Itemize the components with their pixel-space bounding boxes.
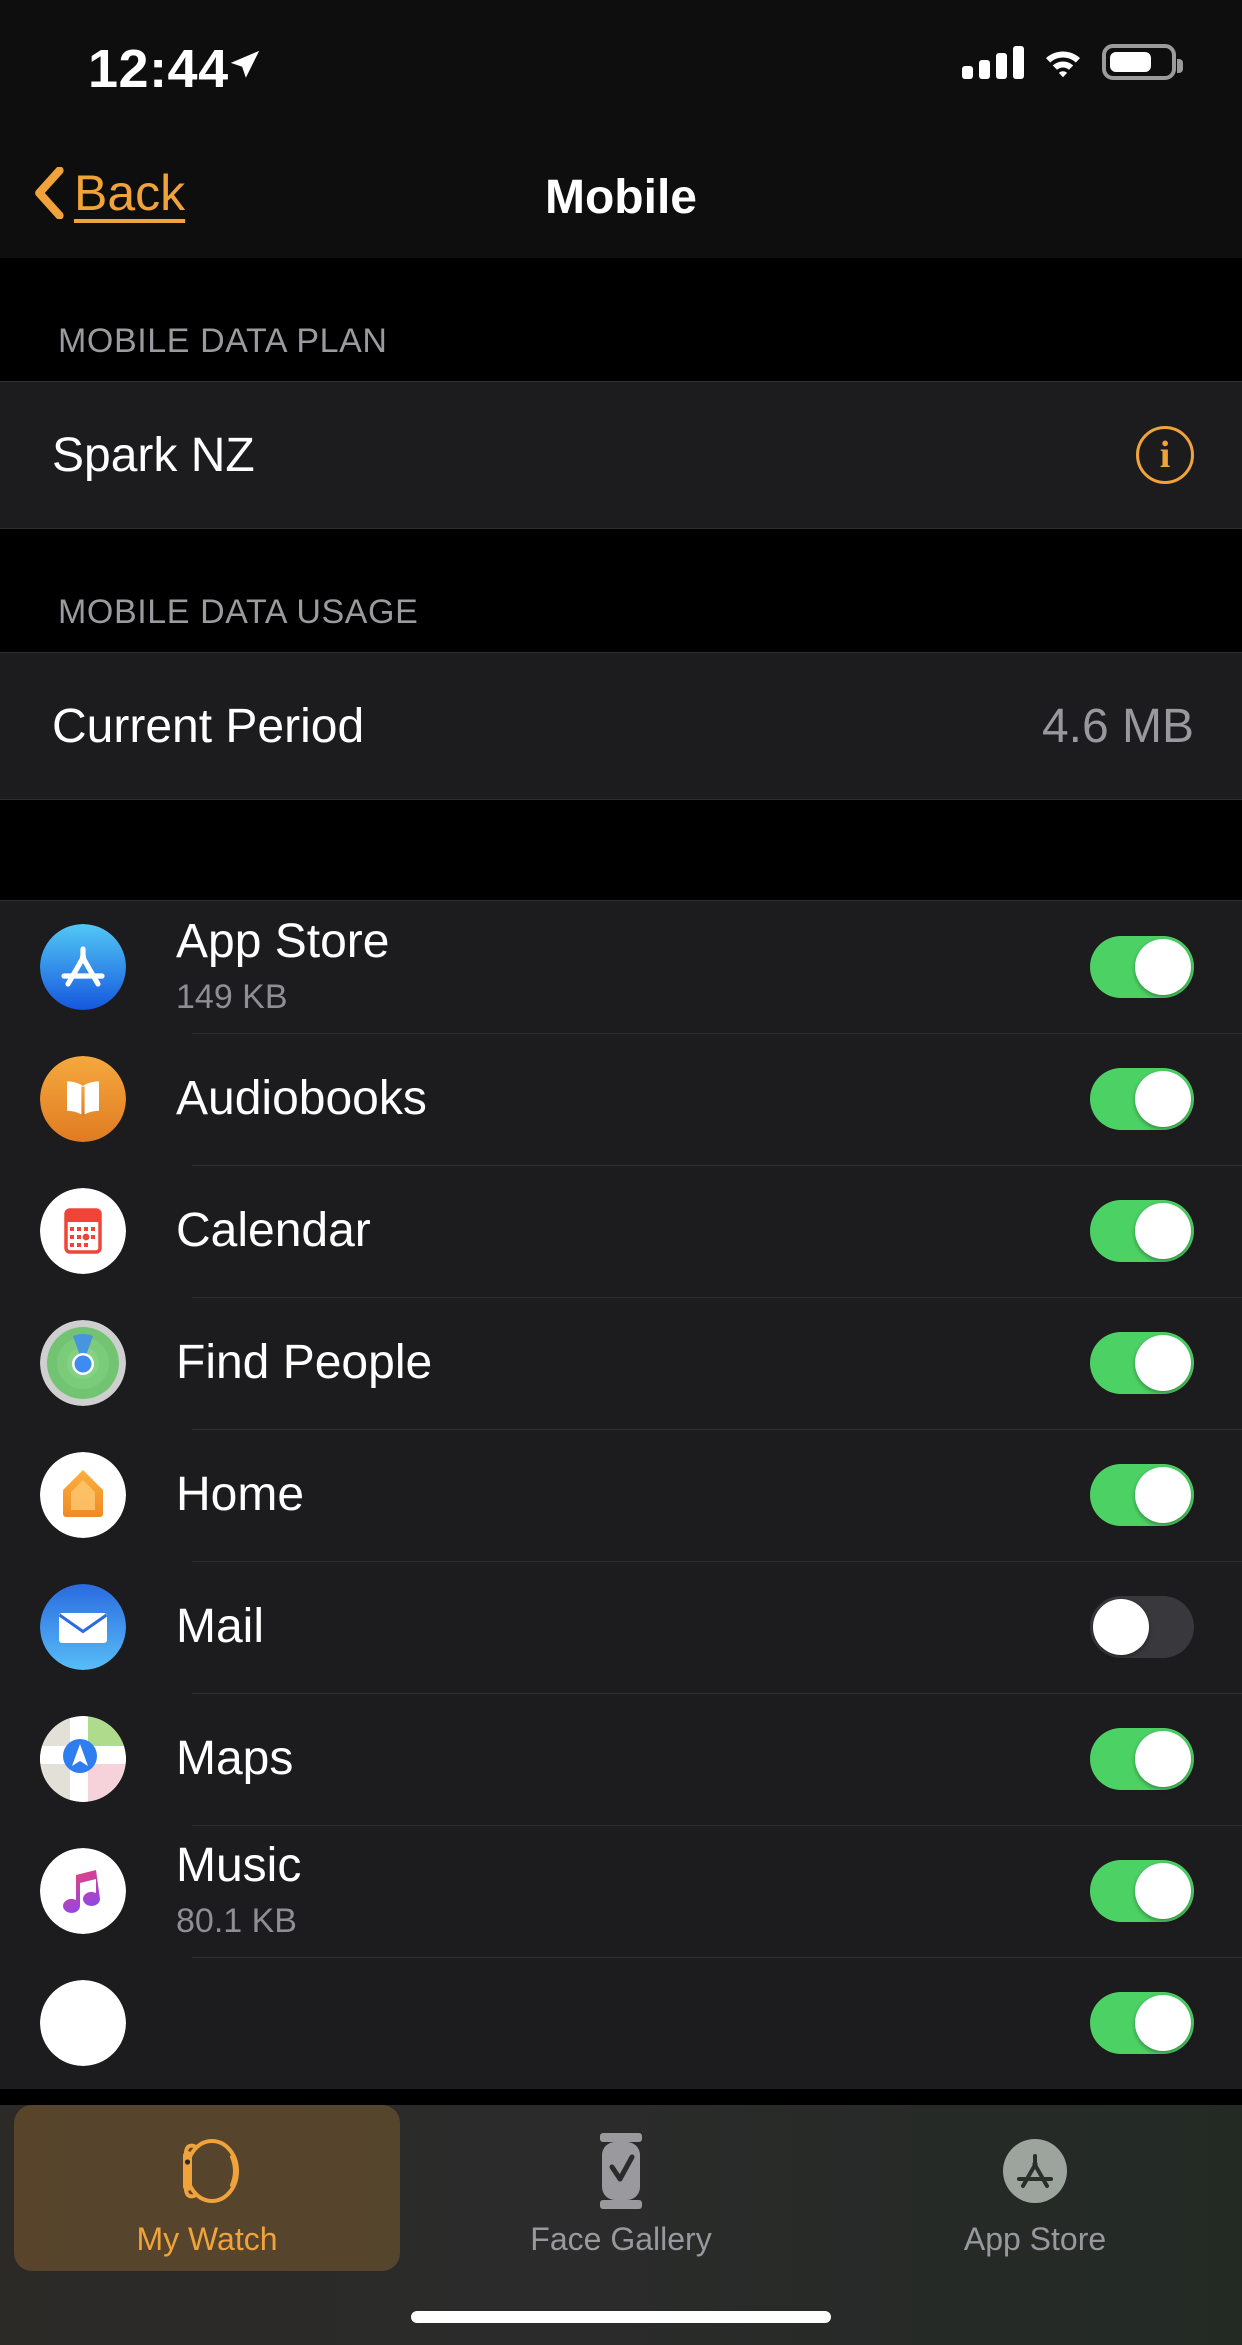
list-item[interactable]: Music 80.1 KB [0, 1825, 1242, 1957]
tab-label: App Store [963, 2221, 1107, 2257]
app-data-toggle[interactable] [1090, 1860, 1194, 1922]
mail-icon [40, 1584, 126, 1670]
list-item[interactable]: Audiobooks [0, 1033, 1242, 1165]
list-item[interactable]: Mail [0, 1561, 1242, 1693]
app-name: Find People [176, 1335, 433, 1389]
row-title: Spark NZ [52, 428, 255, 482]
find-people-icon [40, 1320, 126, 1406]
row-current-period[interactable]: Current Period 4.6 MB [0, 653, 1242, 799]
watch-icon [170, 2129, 244, 2213]
section-header-data-plan: MOBILE DATA PLAN [0, 258, 1242, 381]
list-item[interactable] [0, 1957, 1242, 2089]
list-item[interactable]: Home [0, 1429, 1242, 1561]
app-data-toggle[interactable] [1090, 1200, 1194, 1262]
app-name: Calendar [176, 1203, 371, 1257]
app-data-toggle[interactable] [1090, 1068, 1194, 1130]
tab-app-store[interactable]: App Store [828, 2105, 1242, 2275]
app-store-tab-icon [997, 2129, 1073, 2213]
info-circle-icon[interactable]: i [1136, 426, 1194, 484]
section-data-plan: Spark NZ i [0, 381, 1242, 529]
home-icon [40, 1452, 126, 1538]
audiobooks-icon [40, 1056, 126, 1142]
app-data-toggle[interactable] [1090, 1332, 1194, 1394]
list-item[interactable]: Calendar [0, 1165, 1242, 1297]
app-store-icon [40, 924, 126, 1010]
tab-label: Face Gallery [530, 2221, 712, 2257]
app-data-list: App Store 149 KB Audiobooks Calendar Fin… [0, 900, 1242, 2089]
tab-label: My Watch [136, 2221, 278, 2257]
app-name: Maps [176, 1731, 294, 1785]
app-name: Mail [176, 1599, 265, 1653]
app-data-toggle[interactable] [1090, 1596, 1194, 1658]
status-bar: 12:44 [0, 0, 1242, 140]
watch-face-icon [588, 2129, 654, 2213]
status-bar-time: 12:44 [88, 39, 229, 99]
row-value: 4.6 MB [1041, 699, 1194, 753]
list-item[interactable]: Maps [0, 1693, 1242, 1825]
app-name: Music [176, 1839, 302, 1893]
list-item[interactable]: App Store 149 KB [0, 901, 1242, 1033]
app-data-toggle[interactable] [1090, 1728, 1194, 1790]
row-title: Current Period [52, 699, 365, 753]
app-name: App Store [176, 915, 390, 969]
tab-my-watch[interactable]: My Watch [0, 2105, 414, 2275]
app-size: 149 KB [176, 977, 288, 1016]
app-name: Audiobooks [176, 1071, 427, 1125]
row-mobile-data-plan[interactable]: Spark NZ i [0, 382, 1242, 528]
location-arrow-icon [230, 50, 260, 78]
tab-bar: My Watch Face Gallery App Store [0, 2105, 1242, 2345]
app-data-toggle[interactable] [1090, 1992, 1194, 2054]
battery-icon [1102, 44, 1183, 80]
maps-icon [40, 1716, 126, 1802]
navigation-bar: Back Mobile [0, 140, 1242, 258]
list-item[interactable]: Find People [0, 1297, 1242, 1429]
calendar-icon [40, 1188, 126, 1274]
app-icon [40, 1980, 126, 2066]
settings-list[interactable]: MOBILE DATA PLAN Spark NZ i MOBILE DATA … [0, 258, 1242, 2345]
wifi-icon [1046, 51, 1080, 78]
app-data-toggle[interactable] [1090, 936, 1194, 998]
section-data-usage: Current Period 4.6 MB [0, 652, 1242, 800]
app-data-toggle[interactable] [1090, 1464, 1194, 1526]
music-icon [40, 1848, 126, 1934]
section-header-data-usage: MOBILE DATA USAGE [0, 529, 1242, 652]
app-name: Home [176, 1467, 305, 1521]
cellular-signal-icon [962, 45, 1024, 79]
tab-face-gallery[interactable]: Face Gallery [414, 2105, 828, 2275]
status-bar-indicators [962, 44, 1183, 80]
home-indicator[interactable] [411, 2311, 831, 2323]
section-spacer [0, 800, 1242, 900]
app-size: 80.1 KB [176, 1901, 297, 1940]
iphone-screen: 12:44 Back Mobile MOBILE DATA PLAN Spark… [0, 0, 1242, 2345]
page-title: Mobile [545, 171, 697, 224]
